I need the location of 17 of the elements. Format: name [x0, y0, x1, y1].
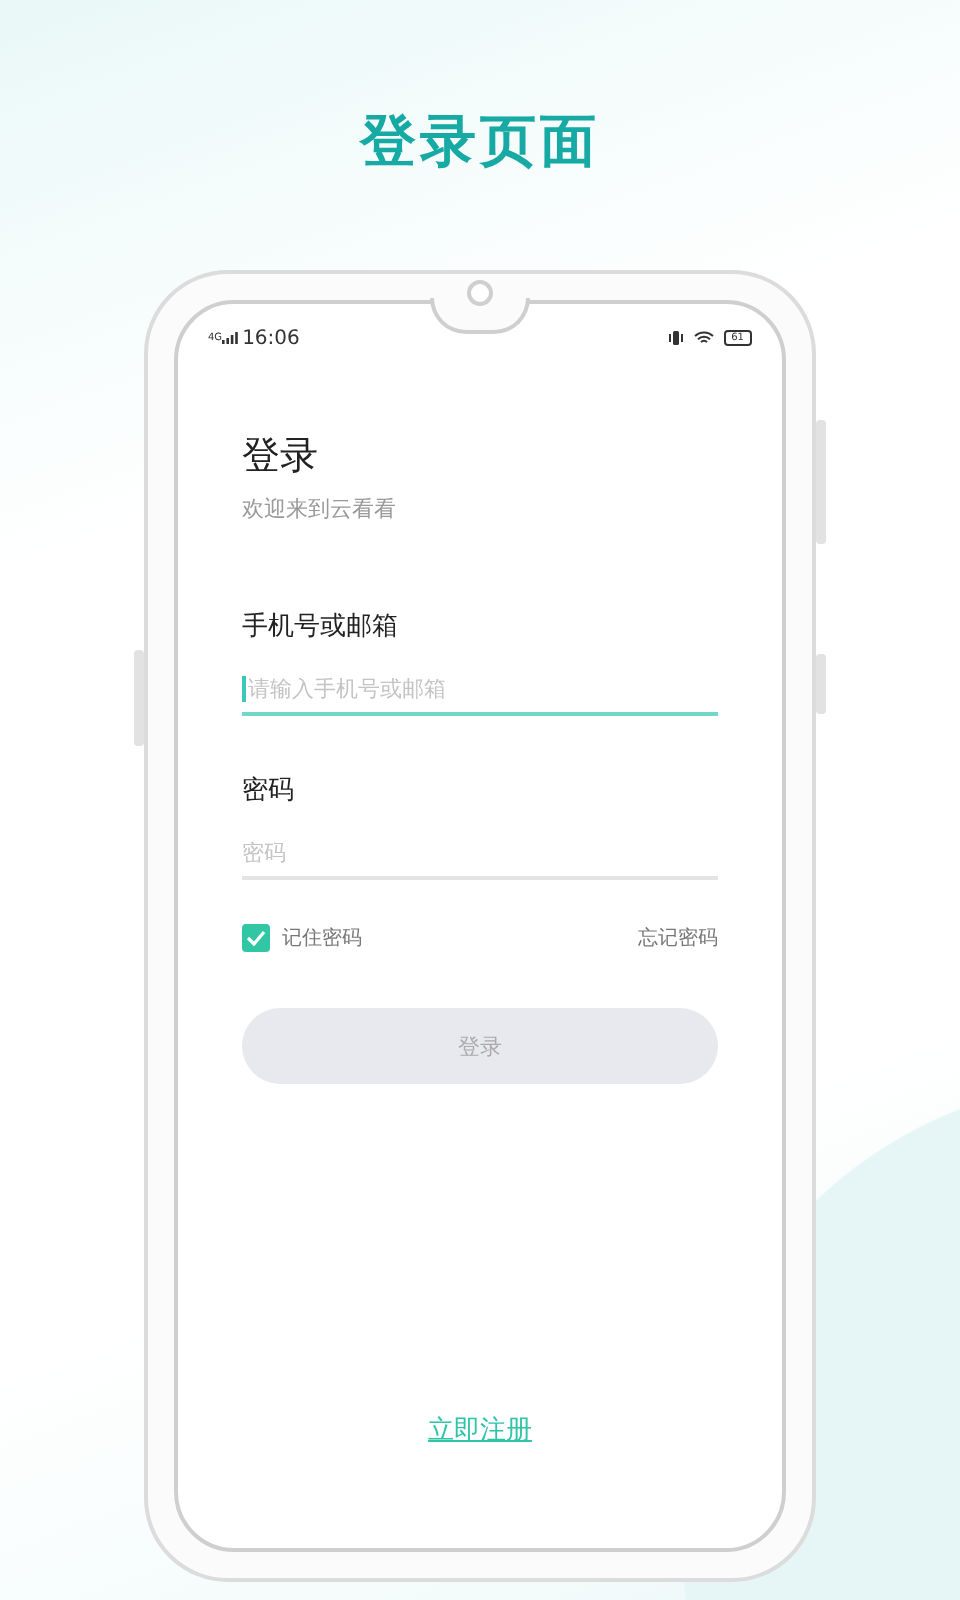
forgot-password-link[interactable]: 忘记密码: [638, 924, 718, 952]
register-link[interactable]: 立即注册: [428, 1412, 532, 1448]
signal-icon: [222, 332, 239, 344]
camera-icon: [467, 280, 493, 306]
wifi-icon: [693, 330, 714, 346]
page-title: 登录页面: [360, 106, 600, 176]
field-label: 密码: [242, 774, 296, 808]
status-time: 16:06: [242, 327, 300, 349]
field-label: 手机号或邮箱: [242, 610, 400, 644]
input-field[interactable]: 请输入手机号或邮箱: [242, 664, 718, 716]
remember-label: 记住密码: [282, 925, 362, 952]
login-title: 登录: [242, 432, 320, 482]
input-field[interactable]: 密码: [242, 828, 718, 880]
welcome-subtitle: 欢迎来到云看看: [242, 494, 398, 524]
text-cursor: [242, 676, 246, 702]
checkbox[interactable]: [242, 924, 270, 952]
vibrate-icon: [667, 330, 684, 346]
